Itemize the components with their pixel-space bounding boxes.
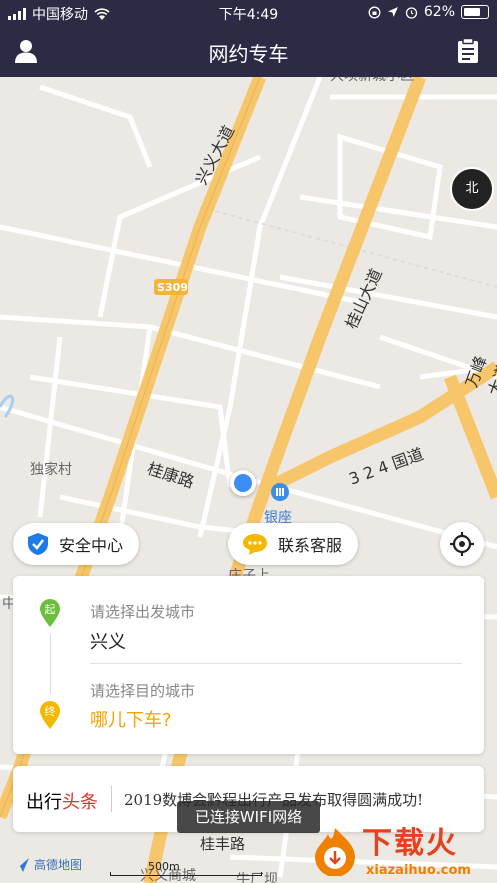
- status-bar: 中国移动 下午4:49 62%: [0, 0, 497, 25]
- map-provider-logo: 高德地图: [12, 856, 82, 873]
- watermark: 下载火 xiazaihuo.com: [300, 818, 497, 883]
- map-view[interactable]: 兴义大道 桂山大道 万峰大道 3 2 4 国道 桂康路 独家村 S309 银座 …: [0, 77, 497, 883]
- bank-icon: [271, 483, 289, 501]
- to-city-placeholder: 请选择目的城市: [90, 682, 196, 700]
- end-marker-icon: 终: [40, 701, 60, 729]
- page-title: 网约专车: [208, 42, 289, 66]
- battery-icon: [461, 5, 489, 19]
- divider: [111, 786, 112, 812]
- clipboard-icon[interactable]: [457, 38, 479, 64]
- watermark-domain: xiazaihuo.com: [366, 863, 471, 878]
- trip-card: 起 请选择出发城市 兴义 终 请选择目的城市 哪儿下车?: [13, 576, 484, 754]
- locate-button[interactable]: [440, 522, 484, 566]
- route-line: [50, 634, 51, 694]
- contact-service-button[interactable]: 联系客服: [228, 523, 359, 565]
- current-location-marker: [230, 470, 256, 496]
- to-city-field[interactable]: 哪儿下车?: [90, 706, 172, 732]
- battery-percent: 62%: [423, 4, 455, 20]
- nav-bar: 网约专车: [0, 25, 497, 77]
- orientation-lock-icon: [368, 6, 381, 18]
- from-city-placeholder: 请选择出发城市: [90, 603, 196, 621]
- shield-icon: [28, 533, 48, 555]
- crosshair-icon: [450, 532, 474, 556]
- map-label-guifeng-rd: 桂丰路: [200, 835, 246, 853]
- chat-icon: [243, 534, 267, 555]
- contact-service-label: 联系客服: [278, 536, 343, 555]
- map-label-top-cut: 大坝新城小区: [330, 77, 414, 85]
- end-marker-text: 终: [45, 704, 56, 718]
- amap-logo-icon: [13, 857, 29, 872]
- headline-label: 出行头条: [26, 792, 98, 813]
- start-marker-text: 起: [45, 603, 56, 616]
- from-city-field[interactable]: 兴义: [90, 628, 126, 654]
- download-flame-icon: [315, 828, 355, 876]
- compass-icon[interactable]: 北: [450, 167, 494, 211]
- alarm-icon: [405, 6, 418, 19]
- divider: [90, 663, 462, 664]
- safety-center-button[interactable]: 安全中心: [13, 523, 140, 565]
- watermark-brand: 下载火: [362, 826, 458, 861]
- wifi-toast: 已连接WIFI网络: [177, 801, 320, 833]
- map-label-s309: S309: [157, 281, 188, 294]
- safety-center-label: 安全中心: [59, 536, 124, 555]
- start-marker-icon: 起: [40, 599, 60, 627]
- location-arrow-icon: [387, 7, 398, 17]
- map-label-dujiacun: 独家村: [30, 462, 72, 478]
